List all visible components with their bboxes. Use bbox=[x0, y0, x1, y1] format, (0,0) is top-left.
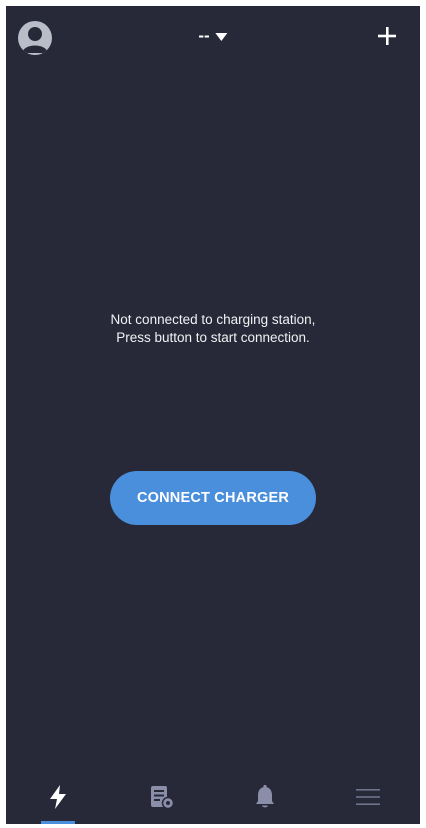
document-settings-icon bbox=[151, 786, 175, 810]
app-screen: -- Not connected to charging station, Pr… bbox=[6, 6, 420, 824]
user-avatar-icon[interactable] bbox=[18, 21, 52, 55]
nav-records[interactable] bbox=[110, 770, 214, 824]
active-tab-indicator bbox=[40, 821, 75, 824]
lightning-bolt-icon bbox=[49, 785, 66, 809]
top-bar: -- bbox=[6, 6, 420, 70]
status-line-1: Not connected to charging station, bbox=[110, 312, 316, 327]
bottom-navigation bbox=[6, 770, 420, 824]
status-line-2: Press button to start connection. bbox=[116, 330, 310, 345]
nav-menu[interactable] bbox=[317, 770, 421, 824]
station-selector[interactable]: -- bbox=[198, 26, 228, 46]
caret-down-icon bbox=[215, 32, 228, 41]
nav-charging[interactable] bbox=[6, 770, 110, 824]
nav-notifications[interactable] bbox=[213, 770, 317, 824]
connect-charger-button[interactable]: CONNECT CHARGER bbox=[110, 471, 316, 525]
bell-icon bbox=[255, 784, 274, 808]
hamburger-menu-icon bbox=[356, 789, 381, 805]
station-label: -- bbox=[198, 26, 210, 45]
add-button[interactable] bbox=[374, 23, 400, 49]
connection-status-message: Not connected to charging station, Press… bbox=[6, 311, 420, 347]
plus-icon bbox=[378, 27, 396, 45]
